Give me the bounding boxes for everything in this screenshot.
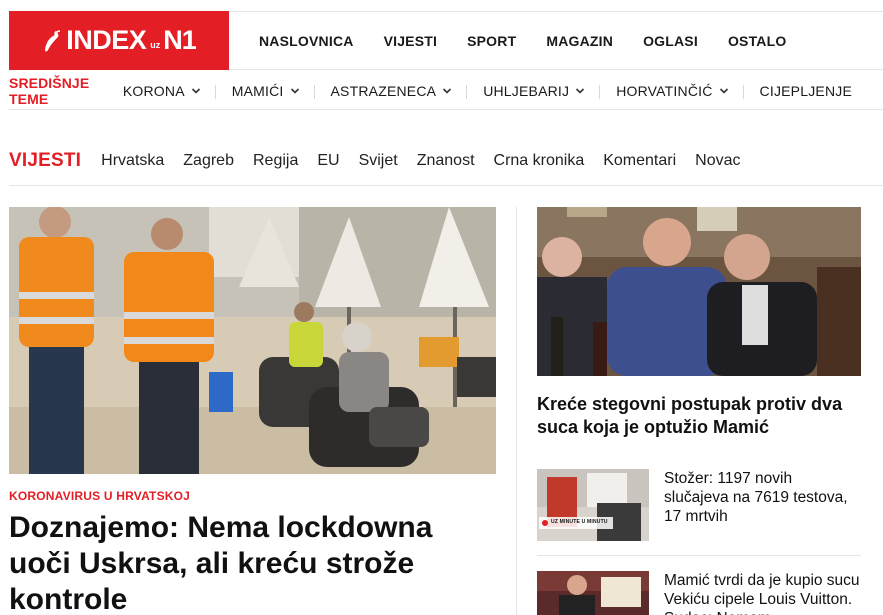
featured-article-title[interactable]: Kreće stegovni postupak protiv dva suca … [537, 393, 861, 439]
topic-cijepljenje[interactable]: CIJEPLJENJE [760, 83, 867, 99]
section-link-regija[interactable]: Regija [253, 152, 298, 170]
topics-bar: SREDIŠNJE TEME KORONA MAMIĆI ASTRAZENECA… [9, 72, 883, 110]
topic-label: CIJEPLJENJE [759, 82, 852, 99]
nav-naslovnica[interactable]: NASLOVNICA [259, 33, 354, 49]
news-item-photo [537, 469, 649, 541]
lead-article-kicker[interactable]: KORONAVIRUS U HRVATSKOJ [9, 489, 190, 503]
topic-korona[interactable]: KORONA [123, 83, 216, 99]
section-link-novac[interactable]: Novac [695, 152, 740, 170]
logo-brand: INDEX [66, 25, 147, 55]
lead-article-title[interactable]: Doznajemo: Nema lockdowna uoči Uskrsa, a… [9, 510, 479, 615]
section-nav: VIJESTI Hrvatska Zagreb Regija EU Svijet… [9, 140, 883, 186]
topic-horvatincic[interactable]: HORVATINČIĆ [616, 82, 744, 99]
topic-label: KORONA [122, 82, 185, 99]
chevron-down-icon [191, 87, 200, 94]
logo-uz: uz [150, 39, 161, 50]
chili-icon [45, 29, 61, 51]
news-item-title[interactable]: Stožer: 1197 novih slučajeva na 7619 tes… [664, 469, 861, 526]
chevron-down-icon [290, 87, 299, 94]
topic-label: MAMIĆI [231, 82, 284, 99]
news-item[interactable]: UZ MINUTE U MINUTU Stožer: 1197 novih sl… [537, 469, 861, 541]
section-link-komentari[interactable]: Komentari [603, 152, 676, 170]
nav-vijesti[interactable]: VIJESTI [384, 33, 438, 49]
chevron-down-icon [576, 87, 585, 94]
topic-mamici[interactable]: MAMIĆI [232, 83, 315, 99]
chevron-down-icon [443, 87, 452, 94]
featured-photo [537, 207, 861, 376]
section-link-znanost[interactable]: Znanost [417, 152, 475, 170]
nav-ostalo[interactable]: OSTALO [728, 33, 787, 49]
news-item-thumbnail[interactable]: UZ MINUTE U MINUTU [537, 469, 649, 541]
divider [537, 555, 861, 556]
thumbnail-caption: UZ MINUTE U MINUTU [551, 519, 608, 525]
site-logo[interactable]: INDEX uz N1 [9, 11, 229, 70]
section-link-eu[interactable]: EU [317, 152, 339, 170]
chevron-down-icon [719, 87, 728, 94]
news-item-title[interactable]: Mamić tvrdi da je kupio sucu Vekiću cipe… [664, 571, 861, 615]
section-link-svijet[interactable]: Svijet [359, 152, 398, 170]
column-divider [516, 207, 517, 615]
news-item-thumbnail[interactable] [537, 571, 649, 615]
topic-astrazeneca[interactable]: ASTRAZENECA [331, 83, 468, 99]
topics-label: SREDIŠNJE TEME [9, 74, 90, 107]
topic-label: UHLJEBARIJ [483, 82, 570, 99]
lead-photo [9, 207, 496, 474]
section-link-crna-kronika[interactable]: Crna kronika [494, 152, 585, 170]
section-link-zagreb[interactable]: Zagreb [183, 152, 234, 170]
news-item[interactable]: Mamić tvrdi da je kupio sucu Vekiću cipe… [537, 571, 861, 615]
news-item-photo [537, 571, 649, 615]
nav-sport[interactable]: SPORT [467, 33, 516, 49]
logo-n1: N1 [163, 25, 197, 55]
section-title[interactable]: VIJESTI [9, 150, 81, 172]
topic-uhljebarij[interactable]: UHLJEBARIJ [483, 82, 601, 99]
section-link-hrvatska[interactable]: Hrvatska [101, 152, 164, 170]
nav-oglasi[interactable]: OGLASI [643, 33, 698, 49]
nav-magazin[interactable]: MAGAZIN [546, 33, 613, 49]
lead-article-image[interactable] [9, 207, 496, 474]
main-nav: NASLOVNICA VIJESTI SPORT MAGAZIN OGLASI … [229, 11, 883, 70]
featured-article-image[interactable] [537, 207, 861, 376]
topic-label: HORVATINČIĆ [616, 82, 713, 99]
topic-label: ASTRAZENECA [330, 82, 437, 99]
